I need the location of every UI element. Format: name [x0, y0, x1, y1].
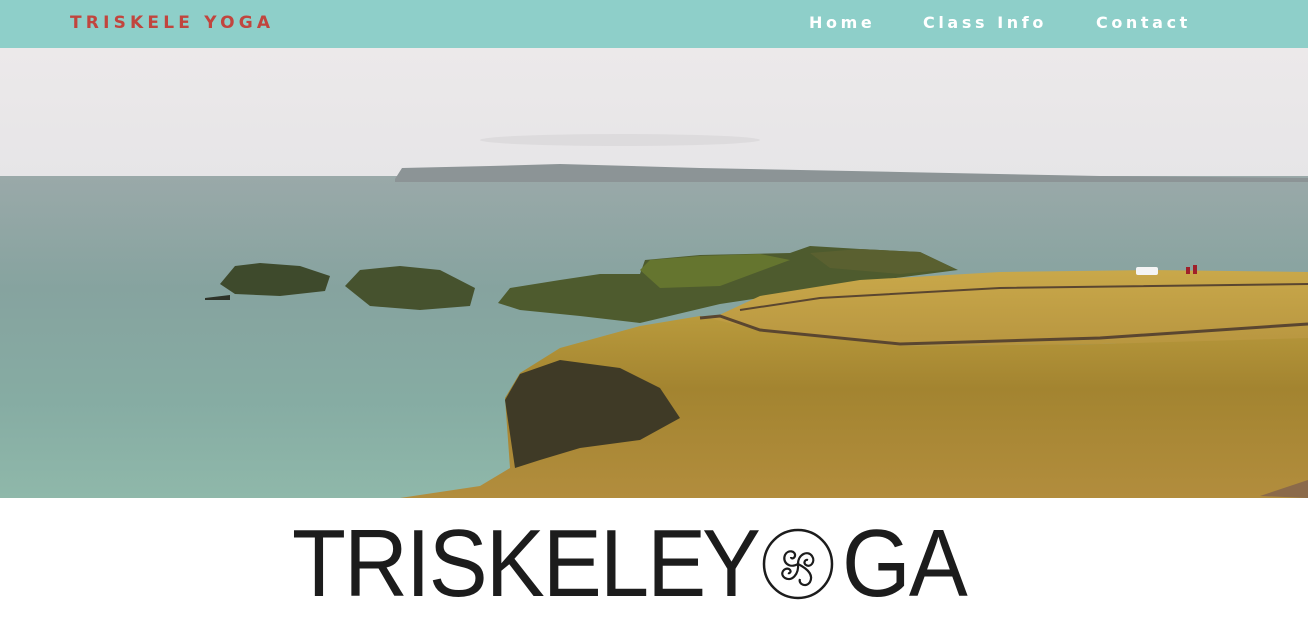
logo-text-ga: GA — [842, 510, 968, 617]
nav-link-contact[interactable]: Contact — [1096, 12, 1191, 34]
nav-link-home[interactable]: Home — [809, 12, 875, 34]
nav-link-class-info[interactable]: Class Info — [923, 12, 1047, 34]
nav-links: Home Class Info Contact — [0, 12, 1308, 34]
coastal-landscape-photo — [0, 48, 1308, 498]
top-navbar: TRISKELE YOGA Home Class Info Contact — [0, 0, 1308, 48]
logo-text-triskele: TRISKELE — [292, 510, 706, 617]
triskele-spiral-icon — [762, 528, 834, 600]
hero-image — [0, 48, 1308, 498]
logo-text-y: Y — [702, 510, 761, 617]
